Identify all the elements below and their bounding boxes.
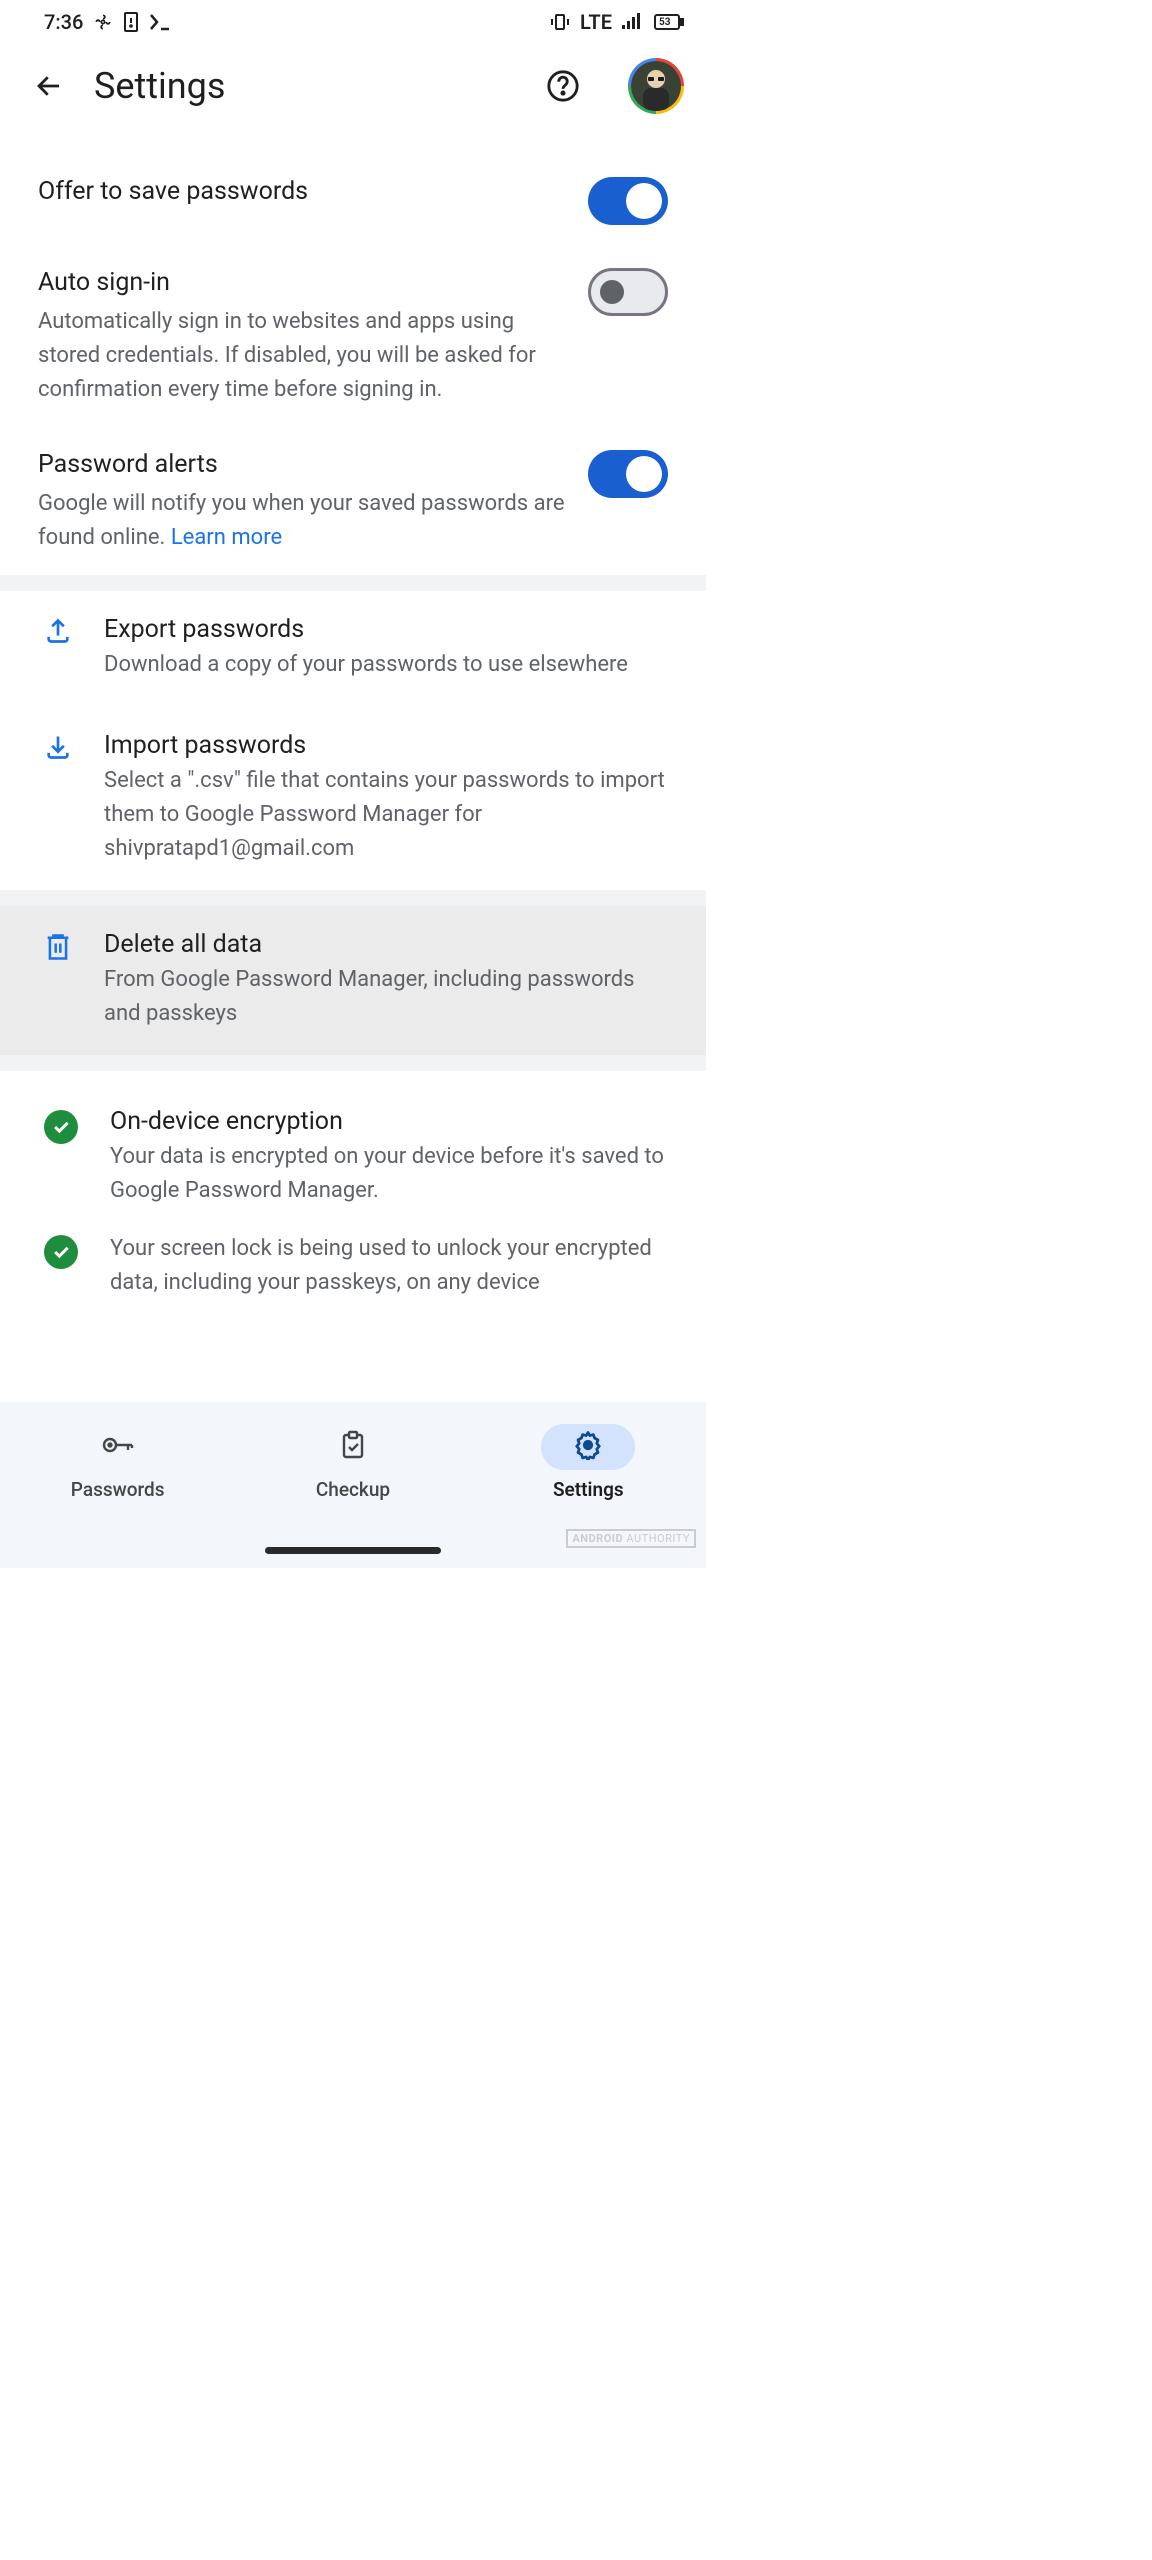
setting-password-alerts[interactable]: Password alerts Google will notify you w… xyxy=(0,427,706,575)
network-label: LTE xyxy=(580,10,612,34)
action-title: Import passwords xyxy=(104,731,668,760)
battery-level: 53 xyxy=(659,17,670,28)
info-title: On-device encryption xyxy=(110,1107,668,1136)
settings-list: Offer to save passwords Auto sign-in Aut… xyxy=(0,132,706,575)
section-divider xyxy=(0,890,706,906)
nav-label: Settings xyxy=(553,1478,624,1501)
check-icon xyxy=(44,1235,78,1269)
back-button[interactable] xyxy=(34,71,64,101)
action-import-passwords[interactable]: Import passwords Select a ".csv" file th… xyxy=(0,707,706,890)
info-description: Your data is encrypted on your device be… xyxy=(110,1140,668,1208)
battery-icon: 53 xyxy=(654,13,684,31)
section-divider xyxy=(0,1055,706,1071)
app-header: Settings xyxy=(0,40,706,132)
signal-icon xyxy=(622,13,644,31)
info-on-device-encryption[interactable]: On-device encryption Your data is encryp… xyxy=(0,1089,706,1222)
action-export-passwords[interactable]: Export passwords Download a copy of your… xyxy=(0,591,706,706)
key-icon xyxy=(101,1432,135,1462)
setting-description: Google will notify you when your saved p… xyxy=(38,487,568,555)
nav-label: Passwords xyxy=(71,1478,165,1501)
learn-more-link[interactable]: Learn more xyxy=(171,525,282,550)
vibrate-icon xyxy=(550,13,570,31)
watermark: ANDROID AUTHORITY xyxy=(566,1529,696,1548)
section-divider xyxy=(0,575,706,591)
download-icon xyxy=(44,733,72,765)
info-description: Your screen lock is being used to unlock… xyxy=(110,1232,668,1300)
setting-auto-signin[interactable]: Auto sign-in Automatically sign in to we… xyxy=(0,245,706,427)
status-bar: 7:36 LTE 53 xyxy=(0,0,706,40)
toggle-offer-save[interactable] xyxy=(588,177,668,225)
check-icon xyxy=(44,1110,78,1144)
nav-passwords[interactable]: Passwords xyxy=(0,1416,235,1568)
help-button[interactable] xyxy=(546,69,580,103)
upload-icon xyxy=(44,617,72,649)
action-description: Select a ".csv" file that contains your … xyxy=(104,764,668,866)
profile-avatar[interactable] xyxy=(628,58,684,114)
action-title: Delete all data xyxy=(104,930,668,959)
info-screen-lock[interactable]: Your screen lock is being used to unlock… xyxy=(0,1222,706,1324)
setting-title: Offer to save passwords xyxy=(38,174,568,209)
toggle-password-alerts[interactable] xyxy=(588,450,668,498)
gear-icon xyxy=(573,1430,603,1464)
clipboard-check-icon xyxy=(339,1430,367,1464)
sim-alert-icon xyxy=(123,11,139,33)
terminal-icon xyxy=(149,13,171,31)
fan-icon xyxy=(93,12,113,32)
action-description: Download a copy of your passwords to use… xyxy=(104,648,668,682)
page-title: Settings xyxy=(94,65,516,107)
status-time: 7:36 xyxy=(44,10,83,34)
toggle-auto-signin[interactable] xyxy=(588,268,668,316)
nav-checkup[interactable]: Checkup xyxy=(235,1416,470,1568)
setting-title: Auto sign-in xyxy=(38,265,568,300)
gesture-handle[interactable] xyxy=(265,1547,441,1554)
trash-icon xyxy=(44,932,72,966)
action-description: From Google Password Manager, including … xyxy=(104,963,668,1031)
setting-offer-save-passwords[interactable]: Offer to save passwords xyxy=(0,154,706,245)
setting-description: Automatically sign in to websites and ap… xyxy=(38,305,568,407)
nav-label: Checkup xyxy=(316,1478,390,1501)
action-delete-all-data[interactable]: Delete all data From Google Password Man… xyxy=(0,906,706,1055)
setting-title: Password alerts xyxy=(38,447,568,482)
action-title: Export passwords xyxy=(104,615,668,644)
